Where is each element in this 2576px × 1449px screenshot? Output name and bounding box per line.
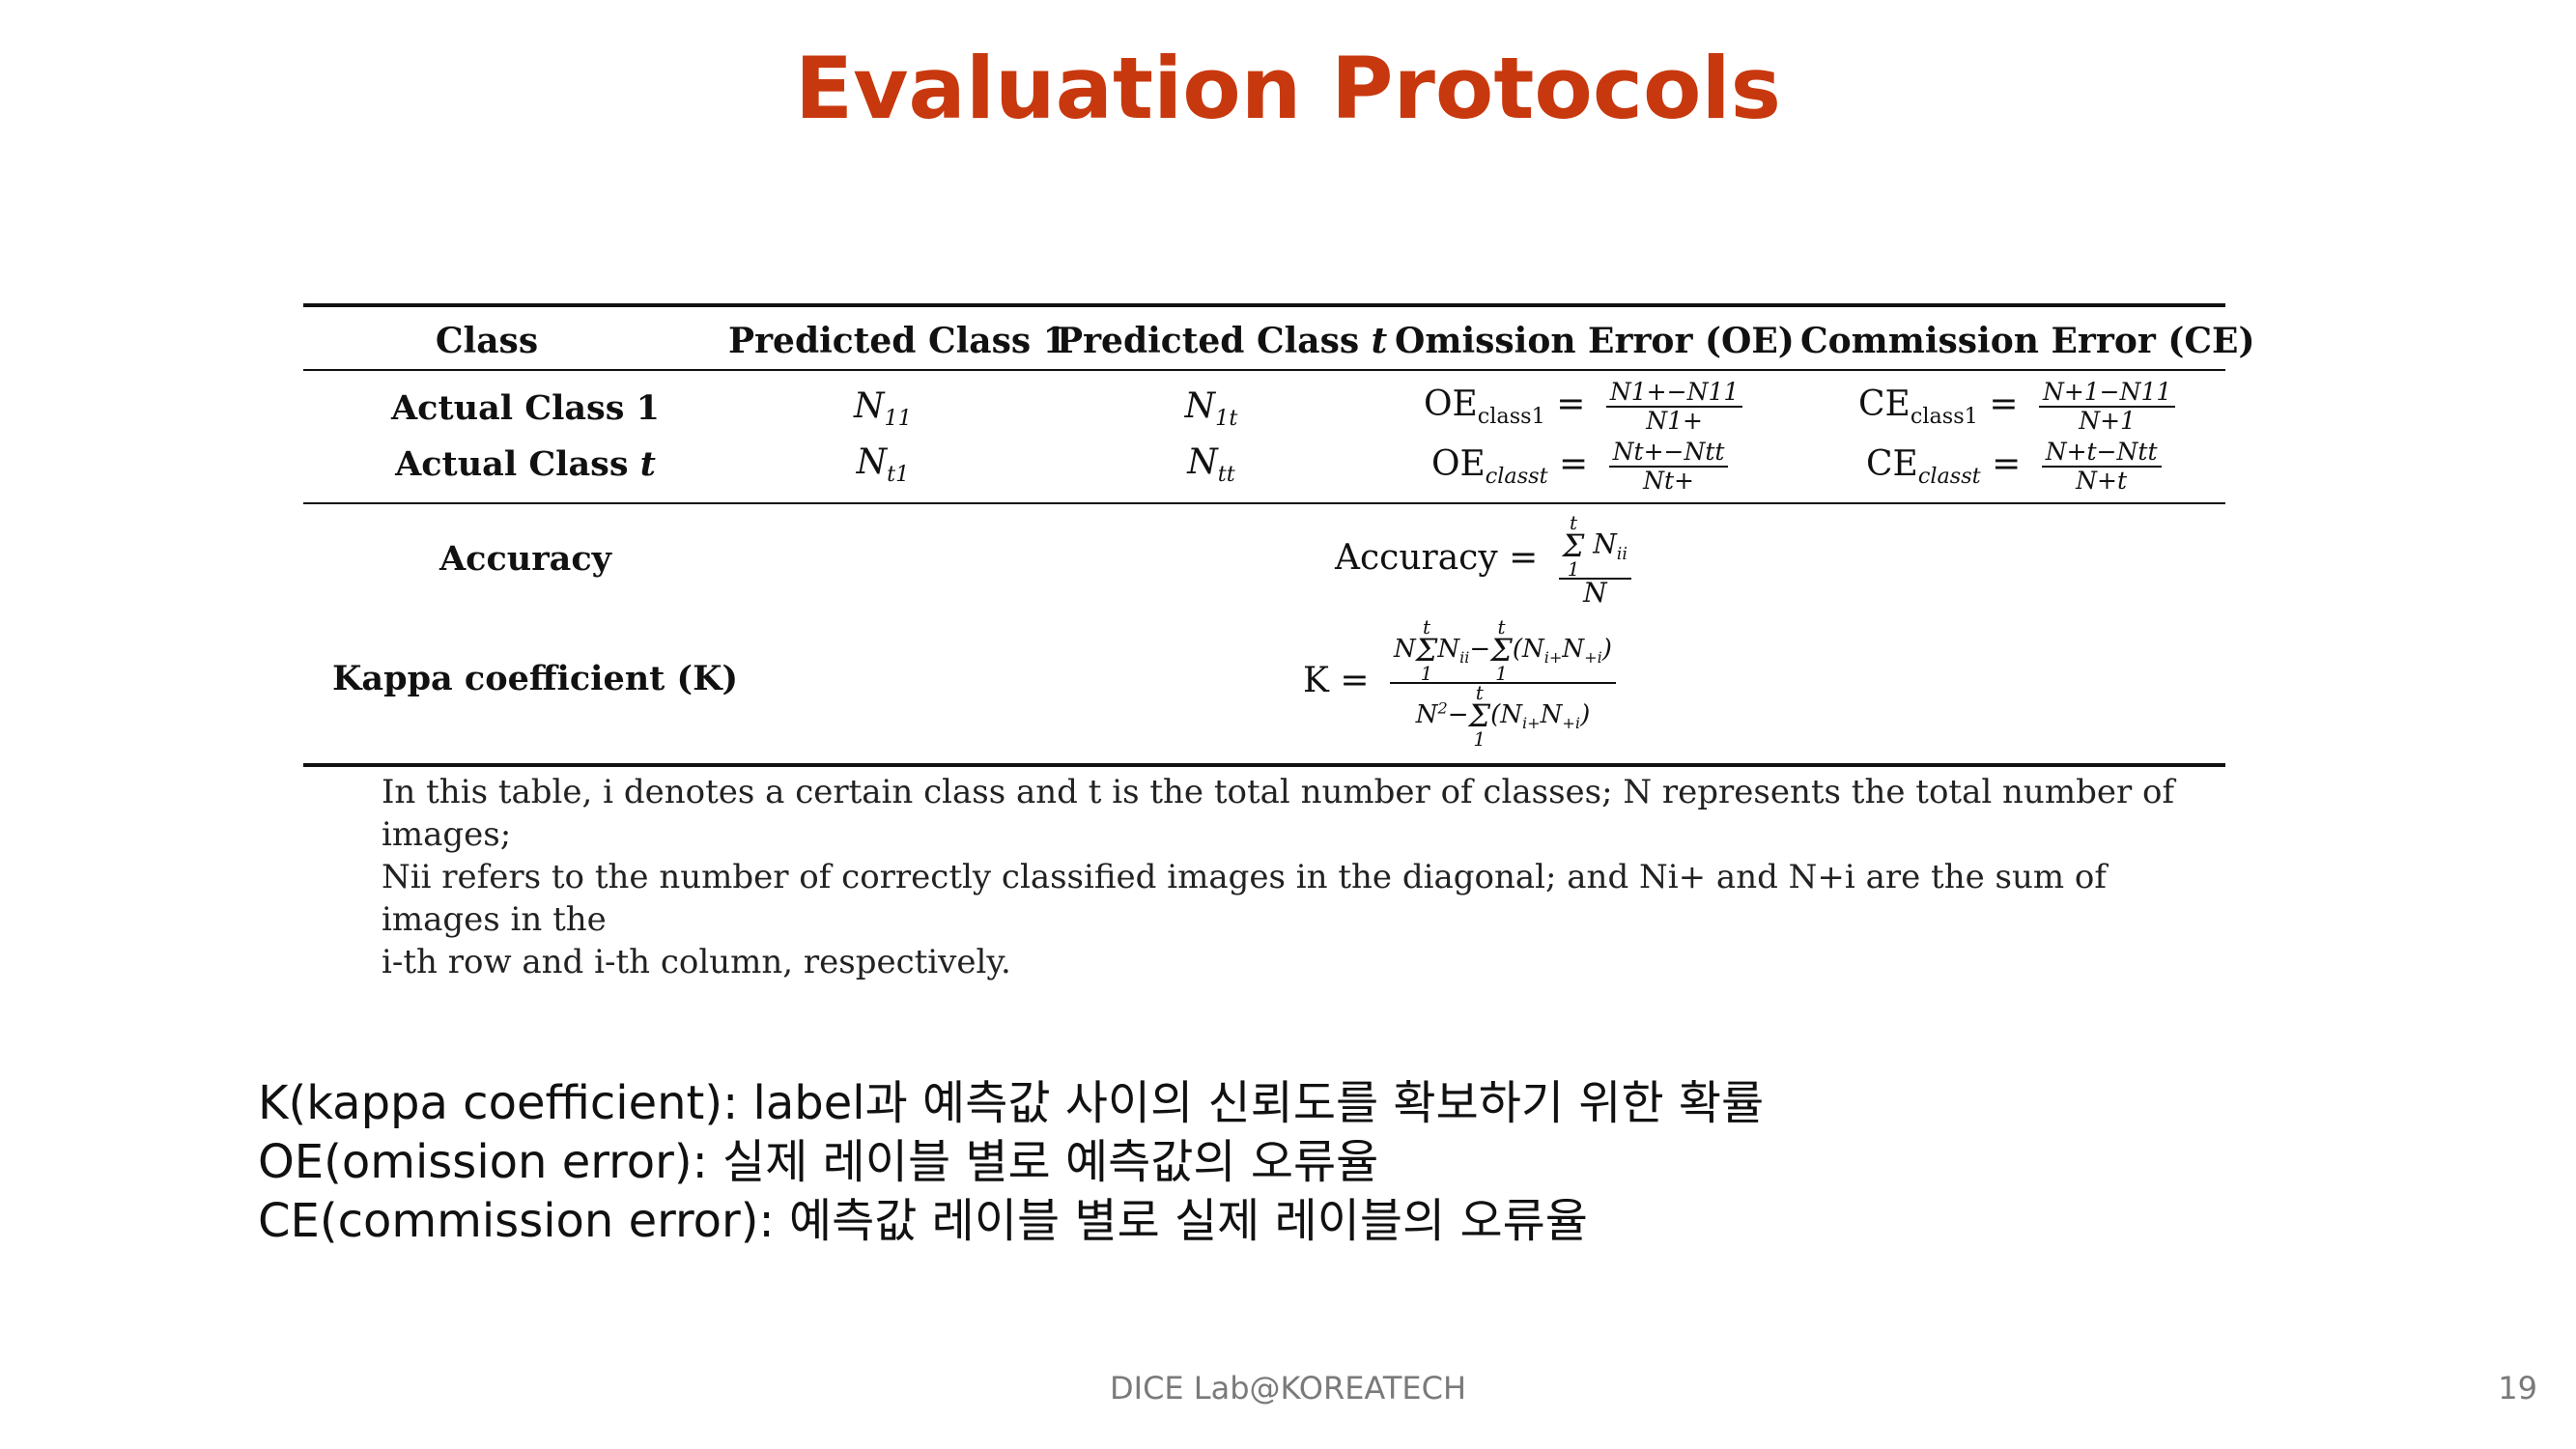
header-predicted-class-1: Predicted Class 1 — [728, 321, 1067, 361]
footnote-line-1: In this table, i denotes a certain class… — [382, 773, 2175, 854]
body-rule — [303, 502, 2225, 504]
header-predicted-class-t: Predicted Class t — [1057, 321, 1388, 361]
table-top-rule — [303, 303, 2225, 307]
formula-oe-class1: OEclass1 = N1+−N11 N1+ — [1424, 379, 1743, 435]
header-rule — [303, 369, 2225, 371]
formula-accuracy: Accuracy = tΣ1 Nii N — [1335, 513, 1631, 607]
accuracy-label: Accuracy — [439, 539, 611, 579]
footnote-line-2: Nii refers to the number of correctly cl… — [382, 858, 2107, 939]
row-label-actual-class-1: Actual Class 1 — [390, 388, 661, 428]
table-footnote: In this table, i denotes a certain class… — [382, 771, 2178, 983]
formula-kappa: K = Nt Σ 1 Nii− t Σ 1 (Ni+N+i) N2− t Σ 1 (Ni+N+i) — [1303, 617, 1616, 749]
note-commission-error: CE(commission error): 예측값 레이블 별로 실제 레이블의… — [258, 1194, 1588, 1248]
footnote-line-3: i-th row and i-th column, respectively. — [382, 943, 1011, 981]
cell-ntt: Ntt — [1187, 442, 1235, 488]
header-class: Class — [435, 321, 539, 361]
definition-notes: K(kappa coefficient): label과 예측값 사이의 신뢰도… — [258, 1074, 1764, 1251]
formula-ce-class1: CEclass1 = N+1−N11 N+1 — [1858, 379, 2176, 435]
footer-lab-name: DICE Lab@KOREATECH — [1109, 1370, 1466, 1406]
formula-oe-classt: OEclasst = Nt+−Ntt Nt+ — [1431, 439, 1729, 495]
slide-title: Evaluation Protocols — [794, 39, 1782, 138]
cell-nt1: Nt1 — [856, 442, 910, 488]
header-omission-error: Omission Error (OE) — [1395, 321, 1795, 361]
table-bottom-rule — [303, 763, 2225, 767]
header-commission-error: Commission Error (CE) — [1800, 321, 2255, 361]
note-omission-error: OE(omission error): 실제 레이블 별로 예측값의 오류율 — [258, 1135, 1379, 1189]
kappa-label: Kappa coefficient (K) — [332, 659, 739, 698]
note-kappa: K(kappa coefficient): label과 예측값 사이의 신뢰도… — [258, 1076, 1765, 1130]
cell-n11: N11 — [854, 386, 912, 432]
formula-ce-classt: CEclasst = N+t−Ntt N+t — [1866, 439, 2162, 495]
page-number: 19 — [2498, 1370, 2537, 1406]
cell-n1t: N1t — [1184, 386, 1238, 432]
row-label-actual-class-t: Actual Class t — [395, 444, 656, 484]
